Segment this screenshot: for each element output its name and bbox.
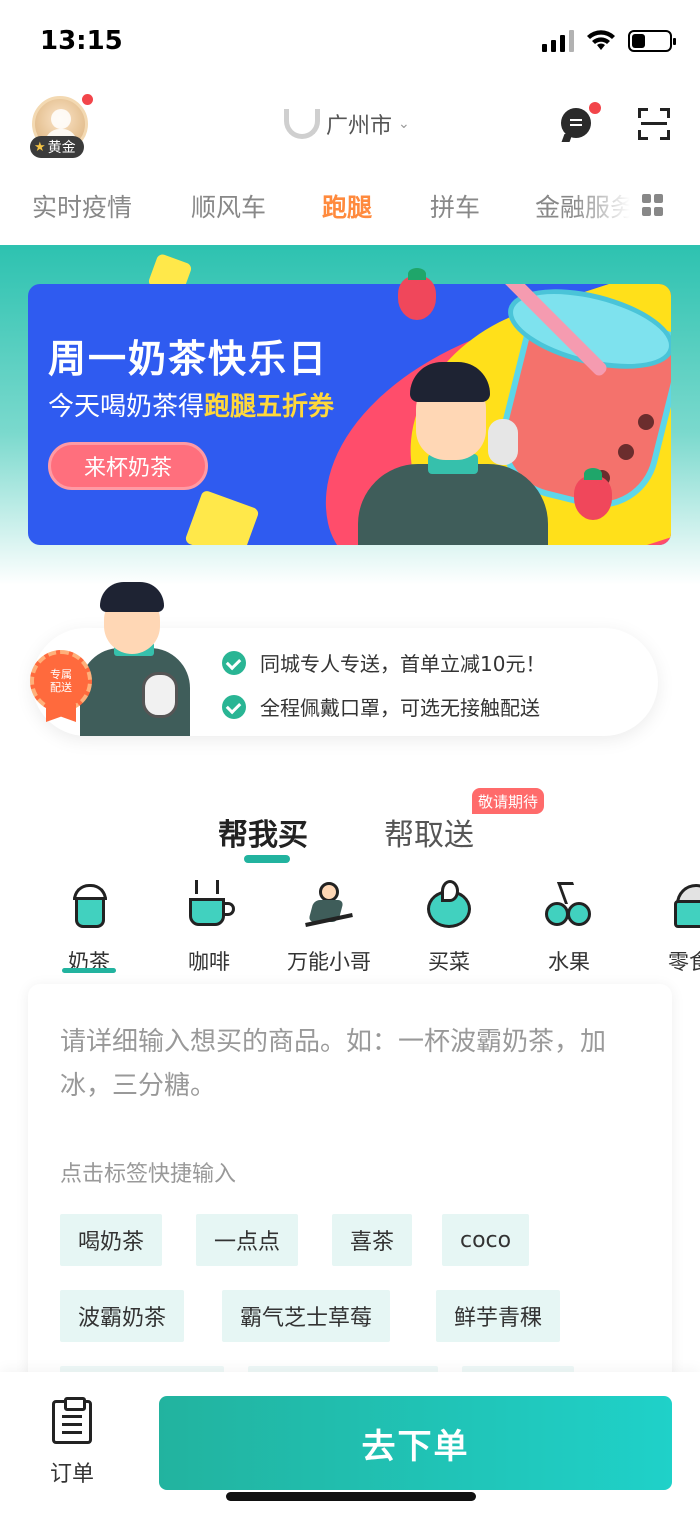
- cellular-signal-icon: [542, 30, 574, 52]
- tab-pickup-delivery[interactable]: 帮取送: [384, 810, 474, 854]
- item-description-input[interactable]: 请详细输入想买的商品。如：一杯波霸奶茶，加冰，三分糖。: [60, 1020, 620, 1108]
- battery-icon: [628, 30, 676, 52]
- promo-line: 全程佩戴口罩，可选无接触配送: [222, 692, 540, 721]
- strawberry-decoration: [574, 468, 612, 520]
- category-snacks[interactable]: 零食: [634, 878, 700, 976]
- cake-icon: [670, 878, 700, 930]
- strawberry-decoration: [398, 268, 436, 320]
- promo-banner[interactable]: 周一奶茶快乐日 今天喝奶茶得跑腿五折券 来杯奶茶: [28, 284, 671, 545]
- scan-icon[interactable]: [638, 108, 670, 140]
- tab-hitch-ride[interactable]: 顺风车: [191, 188, 266, 224]
- service-nav-tabs: 实时疫情 顺风车 跑腿 拼车 金融服务: [0, 180, 700, 240]
- check-icon: [222, 694, 246, 719]
- all-services-grid-icon[interactable]: [642, 194, 664, 216]
- banner-highlight: 跑腿五折券: [204, 392, 335, 422]
- promo-line: 同城专人专送，首单立减10元！: [222, 648, 545, 677]
- battery-level: [632, 34, 645, 48]
- member-level-label: 黄金: [47, 140, 76, 156]
- courier-illustration: [338, 354, 558, 545]
- app-header: ★ 黄金 广州市 ⌄: [0, 86, 700, 166]
- courier-ok-illustration: [70, 582, 200, 736]
- banner-title: 周一奶茶快乐日: [48, 337, 329, 381]
- order-input-card: 请详细输入想买的商品。如：一杯波霸奶茶，加冰，三分糖。 点击标签快捷输入 喝奶茶…: [28, 984, 672, 1418]
- message-notification-dot: [589, 102, 601, 114]
- star-icon: ★: [34, 139, 46, 155]
- coming-soon-badge: 敬请期待: [472, 788, 545, 814]
- message-icon[interactable]: [561, 108, 591, 138]
- banner-cta-button[interactable]: 来杯奶茶: [48, 442, 208, 490]
- category-fruit[interactable]: 水果: [514, 878, 624, 976]
- check-icon: [222, 650, 246, 675]
- orders-label[interactable]: 订单: [50, 1456, 94, 1488]
- cherry-icon: [543, 878, 595, 930]
- member-level-badge[interactable]: ★ 黄金: [30, 136, 84, 158]
- home-indicator: [226, 1492, 476, 1501]
- quick-tag-hint: 点击标签快捷输入: [60, 1162, 237, 1187]
- vegetable-icon: [423, 878, 475, 930]
- banner-subtitle: 今天喝奶茶得跑腿五折券: [48, 392, 335, 422]
- place-order-button[interactable]: 去下单: [159, 1396, 672, 1490]
- category-milk-tea[interactable]: 奶茶: [34, 878, 144, 976]
- notification-dot: [82, 94, 93, 105]
- category-groceries[interactable]: 买菜: [394, 878, 504, 976]
- status-time: 13:15: [40, 26, 123, 56]
- city-name: 广州市: [326, 114, 393, 139]
- active-tab-indicator: [244, 855, 290, 863]
- tab-carpool[interactable]: 拼车: [430, 188, 480, 224]
- tab-realtime-epidemic[interactable]: 实时疫情: [32, 188, 132, 224]
- quick-tag[interactable]: 喜茶: [332, 1214, 413, 1266]
- quick-tag[interactable]: 霸气芝士草莓: [222, 1290, 391, 1342]
- exclusive-delivery-seal: 专属 配送: [30, 650, 92, 712]
- status-bar: 13:15: [0, 0, 700, 86]
- category-handyman[interactable]: 万能小哥: [274, 878, 384, 976]
- runner-icon: [303, 878, 355, 930]
- chevron-down-icon: ⌄: [398, 116, 410, 132]
- category-active-indicator: [62, 968, 116, 973]
- quick-tag[interactable]: 鲜芋青稞: [436, 1290, 561, 1342]
- category-coffee[interactable]: 咖啡: [154, 878, 264, 976]
- tab-help-me-buy[interactable]: 帮我买: [218, 810, 308, 854]
- clipboard-icon[interactable]: [52, 1397, 92, 1444]
- quick-tag[interactable]: 喝奶茶: [60, 1214, 163, 1266]
- coffee-icon: [183, 878, 235, 930]
- quick-tag[interactable]: coco: [442, 1214, 530, 1266]
- milk-tea-icon: [63, 878, 115, 930]
- tab-errand[interactable]: 跑腿: [322, 188, 372, 224]
- wifi-icon: [587, 30, 615, 50]
- quick-tag[interactable]: 波霸奶茶: [60, 1290, 185, 1342]
- city-selector[interactable]: 广州市 ⌄: [284, 108, 410, 140]
- didi-logo-icon: [284, 109, 320, 139]
- quick-tag[interactable]: 一点点: [196, 1214, 299, 1266]
